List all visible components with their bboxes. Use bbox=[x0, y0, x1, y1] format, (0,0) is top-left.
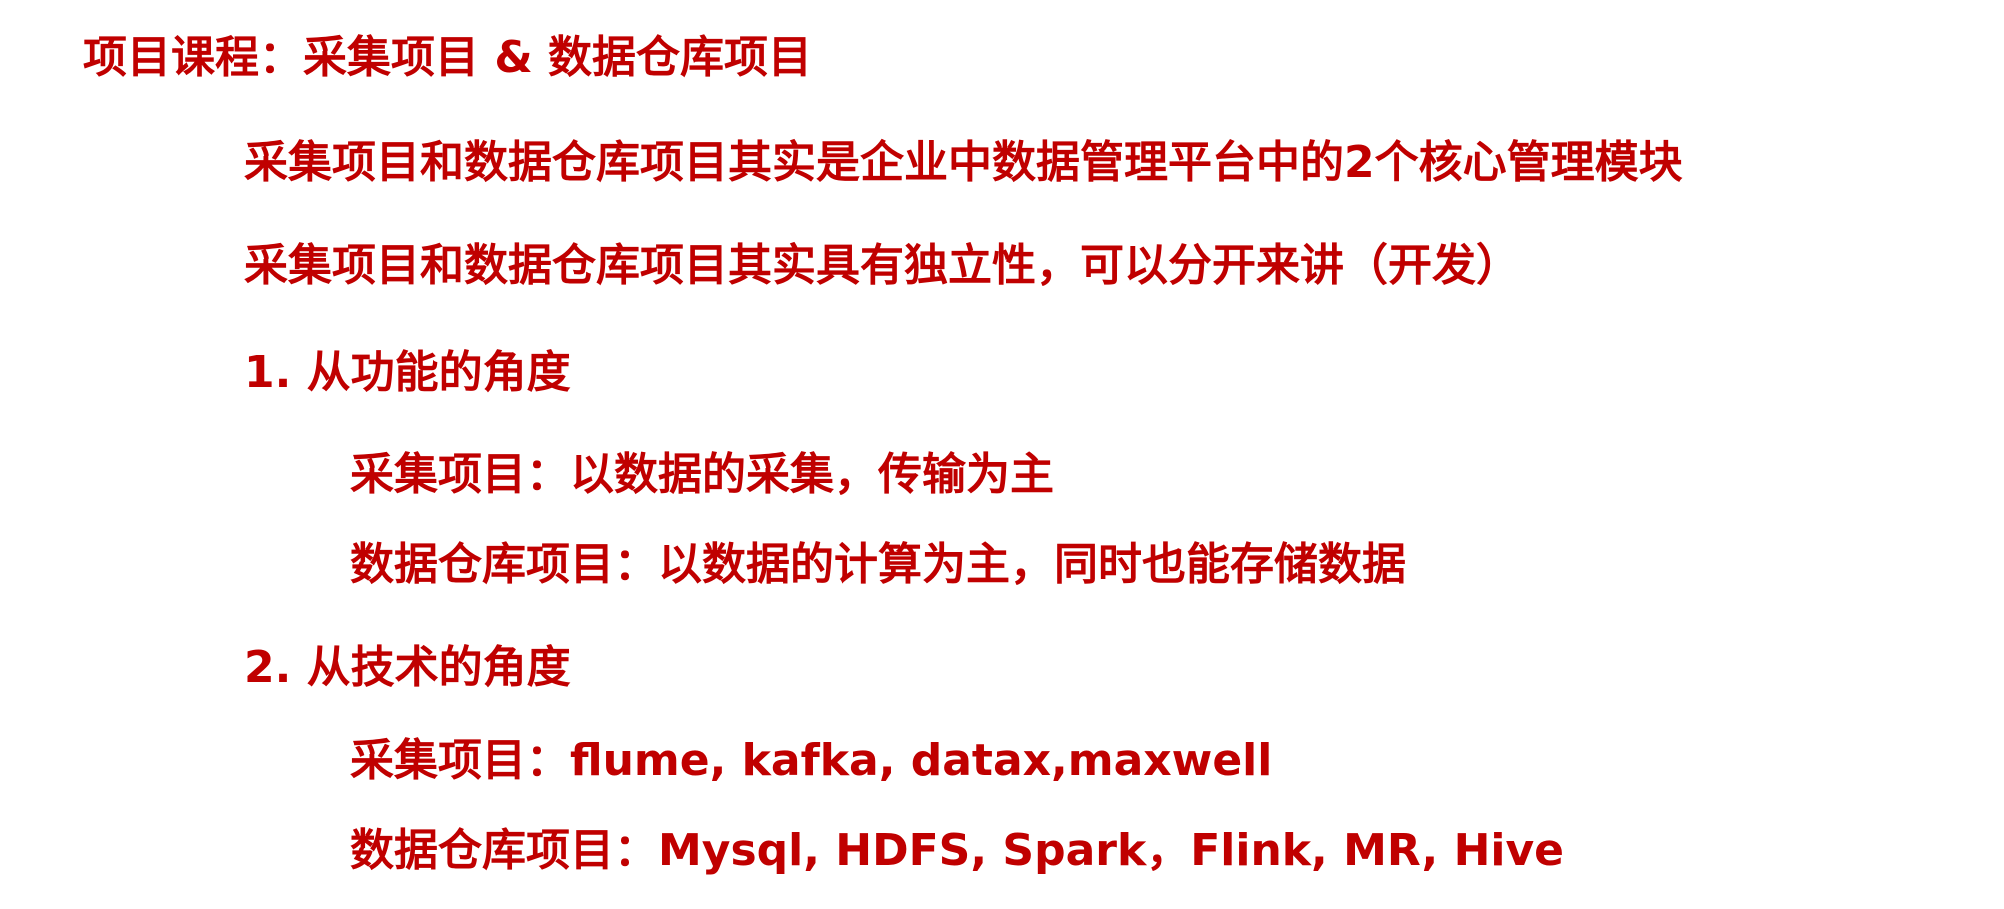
intro-line-2: 采集项目和数据仓库项目其实具有独立性，可以分开来讲（开发） bbox=[244, 240, 1520, 291]
function-warehouse: 数据仓库项目：以数据的计算为主，同时也能存储数据 bbox=[350, 539, 1406, 590]
function-collection: 采集项目：以数据的采集，传输为主 bbox=[350, 449, 1054, 500]
section-heading-function: 1. 从功能的角度 bbox=[244, 347, 571, 398]
technology-warehouse: 数据仓库项目：Mysql, HDFS, Spark，Flink, MR, Hiv… bbox=[350, 825, 1565, 876]
intro-line-1: 采集项目和数据仓库项目其实是企业中数据管理平台中的2个核心管理模块 bbox=[244, 137, 1683, 188]
section-heading-technology: 2. 从技术的角度 bbox=[244, 642, 571, 693]
page-title: 项目课程：采集项目 & 数据仓库项目 bbox=[83, 32, 813, 83]
technology-collection: 采集项目：flume, kafka, datax,maxwell bbox=[350, 735, 1273, 786]
